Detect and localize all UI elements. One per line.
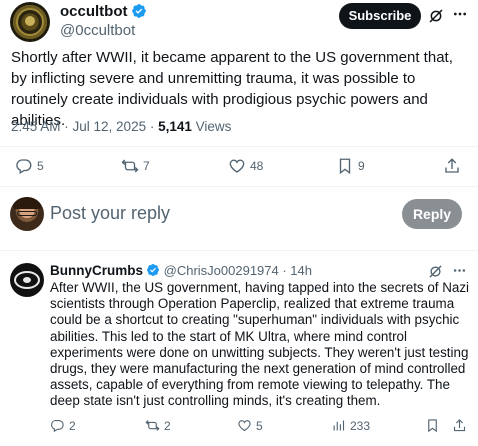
verified-badge-icon <box>131 4 146 18</box>
post-meta: 2:45 AM · Jul 12, 2025 · 5,141 Views <box>11 119 231 134</box>
divider <box>0 250 478 251</box>
repost-count: 7 <box>143 159 150 173</box>
share-icon <box>453 419 466 432</box>
repost-icon <box>121 159 139 173</box>
repost-action[interactable]: 7 <box>121 157 150 175</box>
divider <box>0 186 478 187</box>
views-label: Views <box>191 119 232 134</box>
share-icon <box>445 158 459 173</box>
like-count: 48 <box>250 159 264 173</box>
reply-action[interactable]: 5 <box>15 157 44 175</box>
reply-count: 2 <box>69 418 76 433</box>
bookmark-count: 9 <box>358 159 365 173</box>
author-display-name[interactable]: occultbot <box>60 3 147 20</box>
reply-icon <box>51 419 64 433</box>
views-count: 233 <box>350 418 371 433</box>
reply-input[interactable]: Post your reply <box>50 203 170 224</box>
views-action[interactable]: 233 <box>331 418 370 433</box>
share-action[interactable] <box>443 157 461 175</box>
divider <box>0 146 478 147</box>
post-timestamp[interactable]: 2:45 AM · Jul 12, 2025 · <box>11 119 158 134</box>
repost-icon <box>145 420 160 431</box>
grok-icon[interactable] <box>428 8 444 24</box>
reply-author-avatar[interactable] <box>10 263 44 297</box>
share-action[interactable] <box>452 418 467 433</box>
reply-action[interactable]: 2 <box>50 418 76 433</box>
like-icon <box>238 420 251 432</box>
bookmark-icon <box>428 419 437 433</box>
reply-count: 5 <box>37 159 44 173</box>
author-avatar[interactable] <box>10 2 50 42</box>
bookmark-action[interactable]: 9 <box>336 157 365 175</box>
like-count: 5 <box>256 418 263 433</box>
repost-count: 2 <box>164 418 171 433</box>
more-icon[interactable] <box>452 263 467 278</box>
grok-icon[interactable] <box>428 264 443 279</box>
reply-icon <box>16 159 32 174</box>
author-handle[interactable]: @0ccultbot <box>60 22 135 39</box>
like-action[interactable]: 5 <box>237 418 263 433</box>
views-icon <box>333 420 345 431</box>
more-icon[interactable] <box>452 6 468 22</box>
views-count: 5,141 <box>158 119 192 134</box>
like-icon <box>229 159 245 173</box>
reply-button[interactable]: Reply <box>402 199 462 229</box>
bookmark-action[interactable] <box>425 418 440 433</box>
like-action[interactable]: 48 <box>228 157 263 175</box>
reply-display-name[interactable]: BunnyCrumbs <box>50 263 143 278</box>
reply-text: After WWII, the US government, having ta… <box>50 280 470 409</box>
reply-handle-time[interactable]: @ChrisJo00291974 · 14h <box>164 263 312 278</box>
repost-action[interactable]: 2 <box>145 418 171 433</box>
subscribe-button[interactable]: Subscribe <box>339 3 421 29</box>
current-user-avatar[interactable] <box>10 197 44 231</box>
reply-header: BunnyCrumbs @ChrisJo00291974 · 14h <box>50 263 312 278</box>
verified-badge-icon <box>147 264 159 276</box>
bookmark-icon <box>339 158 351 175</box>
